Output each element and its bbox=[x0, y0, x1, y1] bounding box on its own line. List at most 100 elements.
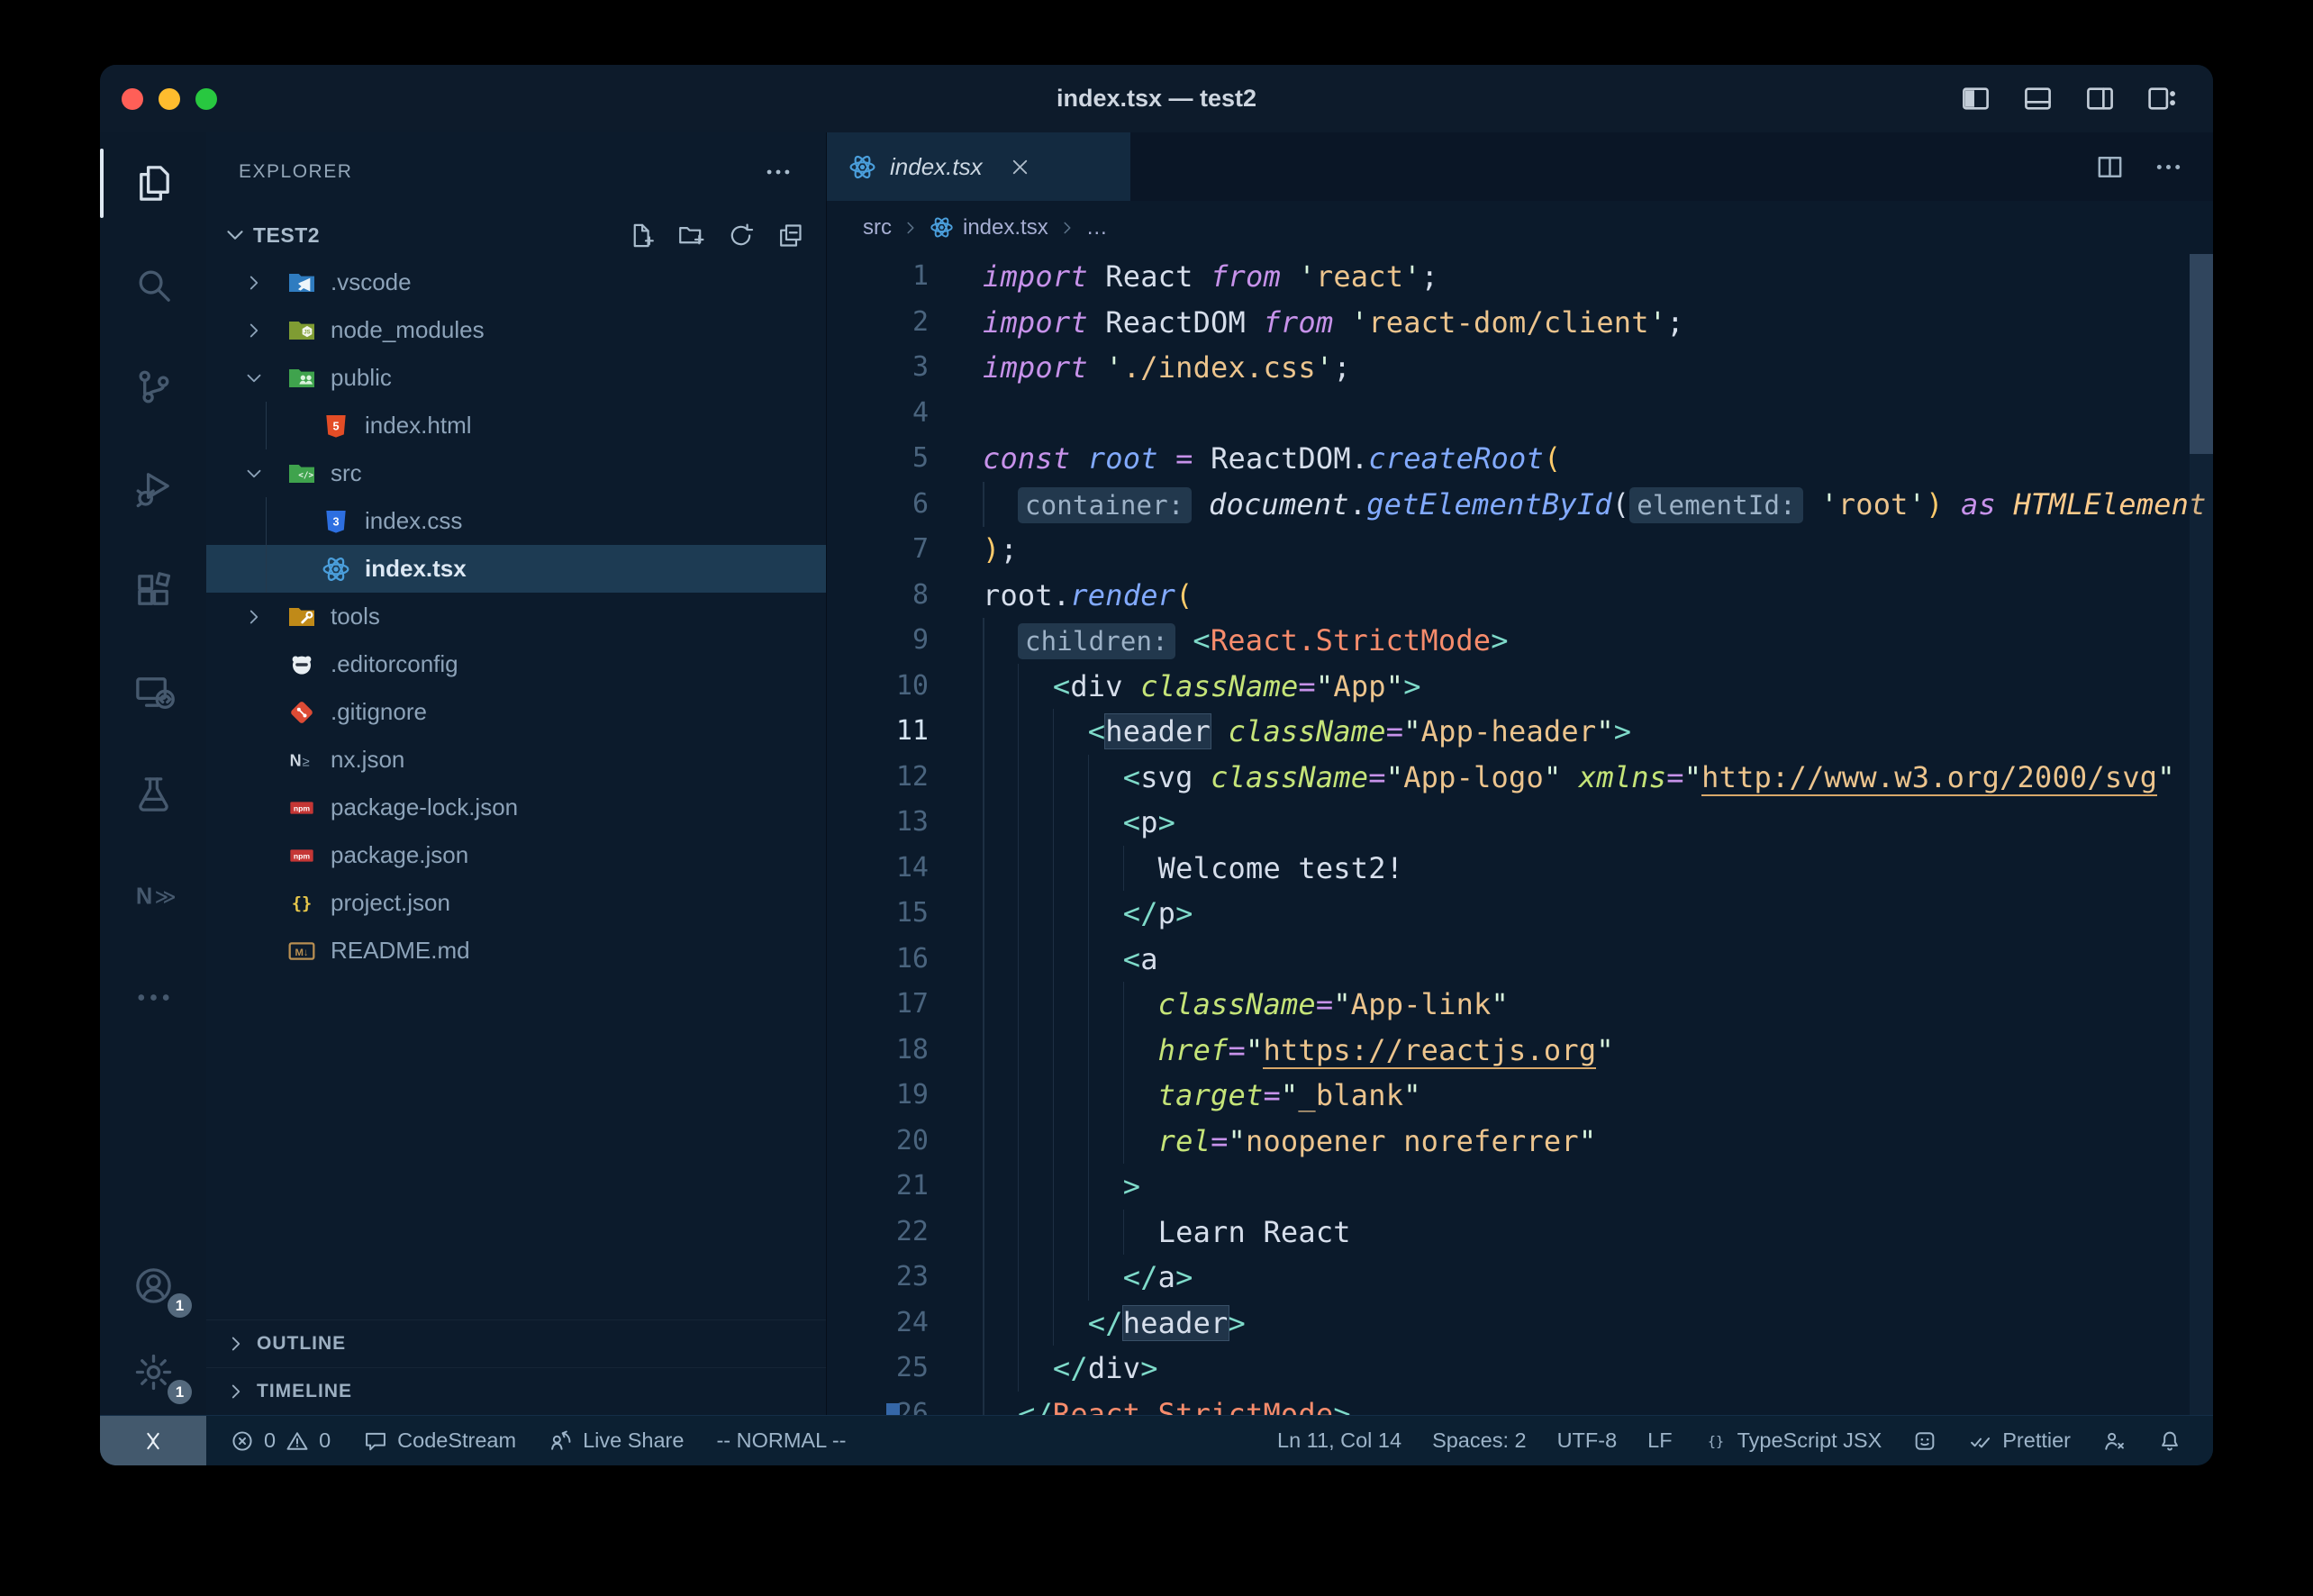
toggle-secondary-sidebar-icon[interactable] bbox=[2083, 82, 2117, 115]
tree-item-public[interactable]: public bbox=[206, 354, 826, 402]
code-line[interactable]: 2 import ReactDOM from 'react-dom/client… bbox=[827, 300, 2213, 346]
code-line[interactable]: 7 ); bbox=[827, 527, 2213, 573]
code-line[interactable]: 5 const root = ReactDOM.createRoot( bbox=[827, 436, 2213, 482]
status-cursor-position[interactable]: Ln 11, Col 14 bbox=[1277, 1428, 1401, 1453]
split-editor-icon[interactable] bbox=[2094, 151, 2126, 183]
vertical-scrollbar[interactable] bbox=[2190, 254, 2213, 1415]
chevron-right-icon bbox=[1057, 218, 1077, 238]
tree-item-tools[interactable]: tools bbox=[206, 593, 826, 640]
tree-item-index.css[interactable]: 3 index.css bbox=[206, 497, 826, 545]
tree-item-package.json[interactable]: npm package.json bbox=[206, 831, 826, 879]
code-line[interactable]: 17 className="App-link" bbox=[827, 982, 2213, 1028]
activity-more-views[interactable] bbox=[100, 947, 206, 1048]
code-line[interactable]: 13 <p> bbox=[827, 800, 2213, 846]
tree-item-.gitignore[interactable]: .gitignore bbox=[206, 688, 826, 736]
breadcrumb-src[interactable]: src bbox=[863, 215, 892, 240]
code-line[interactable]: 26 </React.StrictMode> bbox=[827, 1392, 2213, 1416]
minimize-window-button[interactable] bbox=[159, 88, 180, 110]
tree-item-index.tsx[interactable]: index.tsx bbox=[206, 545, 826, 593]
code-line[interactable]: 3 import './index.css'; bbox=[827, 345, 2213, 391]
code-line[interactable]: 12 <svg className="App-logo" xmlns="http… bbox=[827, 755, 2213, 801]
warning-icon bbox=[285, 1428, 310, 1454]
code-line[interactable]: 22 Learn React bbox=[827, 1210, 2213, 1256]
code-line[interactable]: 9 children: <React.StrictMode> bbox=[827, 618, 2213, 664]
scrollbar-thumb[interactable] bbox=[2190, 254, 2213, 454]
status-accessibility[interactable] bbox=[2101, 1428, 2127, 1454]
code-line[interactable]: 19 target="_blank" bbox=[827, 1073, 2213, 1119]
activity-accounts[interactable]: 1 bbox=[100, 1242, 206, 1328]
explorer-more-icon[interactable] bbox=[763, 157, 794, 187]
breadcrumb-index.tsx[interactable]: index.tsx bbox=[930, 215, 1048, 240]
code-line[interactable]: 10 <div className="App"> bbox=[827, 664, 2213, 710]
titlebar[interactable]: index.tsx — test2 bbox=[100, 65, 2213, 132]
activity-run-debug[interactable] bbox=[100, 438, 206, 540]
status-indentation[interactable]: Spaces: 2 bbox=[1432, 1428, 1527, 1453]
activity-search[interactable] bbox=[100, 234, 206, 336]
close-tab-icon[interactable] bbox=[1008, 155, 1032, 179]
line-number: 16 bbox=[827, 937, 929, 983]
status-codestream[interactable]: CodeStream bbox=[363, 1428, 516, 1454]
activity-source-control[interactable] bbox=[100, 336, 206, 438]
status-prettier[interactable]: Prettier bbox=[1968, 1428, 2071, 1454]
close-window-button[interactable] bbox=[122, 88, 143, 110]
tree-item-node_modules[interactable]: JS node_modules bbox=[206, 306, 826, 354]
tree-item-project.json[interactable]: {} project.json bbox=[206, 879, 826, 927]
code-line[interactable]: 18 href="https://reactjs.org" bbox=[827, 1028, 2213, 1074]
status-vim-mode[interactable]: -- NORMAL -- bbox=[716, 1428, 846, 1453]
refresh-icon[interactable] bbox=[727, 222, 755, 249]
code-line[interactable]: 1 import React from 'react'; bbox=[827, 254, 2213, 300]
status-live-share[interactable]: Live Share bbox=[549, 1428, 684, 1454]
chevron-right-icon bbox=[221, 1380, 251, 1403]
customize-layout-icon[interactable] bbox=[2145, 82, 2179, 115]
code-line[interactable]: 15 </p> bbox=[827, 891, 2213, 937]
code-line[interactable]: 6 container: document.getElementById(ele… bbox=[827, 482, 2213, 528]
tree-item-index.html[interactable]: 5 index.html bbox=[206, 402, 826, 449]
code-line[interactable]: 4 bbox=[827, 391, 2213, 437]
activity-extensions[interactable] bbox=[100, 540, 206, 641]
tree-item-README.md[interactable]: M↓ README.md bbox=[206, 927, 826, 975]
activity-settings[interactable]: 1 bbox=[100, 1328, 206, 1415]
code-line[interactable]: 16 <a bbox=[827, 937, 2213, 983]
toggle-sidebar-icon[interactable] bbox=[1959, 82, 1992, 115]
tree-item-src[interactable]: </> src bbox=[206, 449, 826, 497]
outline-section[interactable]: OUTLINE bbox=[206, 1319, 826, 1367]
chevron-right-icon bbox=[901, 218, 921, 238]
code-line[interactable]: 11 <header className="App-header"> bbox=[827, 709, 2213, 755]
code-line[interactable]: 24 </header> bbox=[827, 1301, 2213, 1347]
activity-nx-console[interactable]: N≫ bbox=[100, 845, 206, 947]
breadcrumb-…[interactable]: … bbox=[1086, 215, 1108, 240]
status-eol[interactable]: LF bbox=[1647, 1428, 1672, 1453]
tree-item-label: package.json bbox=[331, 841, 468, 869]
editor-more-icon[interactable] bbox=[2153, 151, 2184, 183]
status-encoding[interactable]: UTF-8 bbox=[1557, 1428, 1618, 1453]
code-line[interactable]: 21 > bbox=[827, 1164, 2213, 1210]
activity-testing[interactable] bbox=[100, 743, 206, 845]
line-number: 3 bbox=[827, 345, 929, 391]
svg-text:M↓: M↓ bbox=[295, 948, 308, 958]
tab-index-tsx[interactable]: index.tsx bbox=[827, 132, 1130, 201]
new-file-icon[interactable] bbox=[628, 222, 656, 249]
toggle-panel-icon[interactable] bbox=[2021, 82, 2054, 115]
collapse-all-icon[interactable] bbox=[776, 222, 804, 249]
code-line[interactable]: 8 root.render( bbox=[827, 573, 2213, 619]
tree-item-.editorconfig[interactable]: .editorconfig bbox=[206, 640, 826, 688]
code-line[interactable]: 14 Welcome test2! bbox=[827, 846, 2213, 892]
activity-explorer[interactable] bbox=[100, 132, 206, 234]
status-language-mode[interactable]: {}TypeScript JSX bbox=[1703, 1428, 1882, 1454]
code-line[interactable]: 23 </a> bbox=[827, 1255, 2213, 1301]
zoom-window-button[interactable] bbox=[195, 88, 217, 110]
timeline-section[interactable]: TIMELINE bbox=[206, 1367, 826, 1415]
status-feedback[interactable] bbox=[1912, 1428, 1937, 1454]
code-line[interactable]: 20 rel="noopener noreferrer" bbox=[827, 1119, 2213, 1165]
project-section-header[interactable]: TEST2 bbox=[206, 212, 826, 258]
status-problems[interactable]: 00 bbox=[230, 1428, 331, 1454]
status-notifications[interactable] bbox=[2157, 1428, 2182, 1454]
code-line[interactable]: 25 </div> bbox=[827, 1346, 2213, 1392]
tree-item-nx.json[interactable]: N≥ nx.json bbox=[206, 736, 826, 784]
code-editor[interactable]: 1 import React from 'react'; 2 import Re… bbox=[827, 254, 2213, 1415]
activity-remote-explorer[interactable] bbox=[100, 641, 206, 743]
new-folder-icon[interactable] bbox=[677, 222, 705, 249]
tree-item-.vscode[interactable]: .vscode bbox=[206, 258, 826, 306]
tree-item-package-lock.json[interactable]: npm package-lock.json bbox=[206, 784, 826, 831]
remote-indicator[interactable] bbox=[100, 1416, 206, 1465]
